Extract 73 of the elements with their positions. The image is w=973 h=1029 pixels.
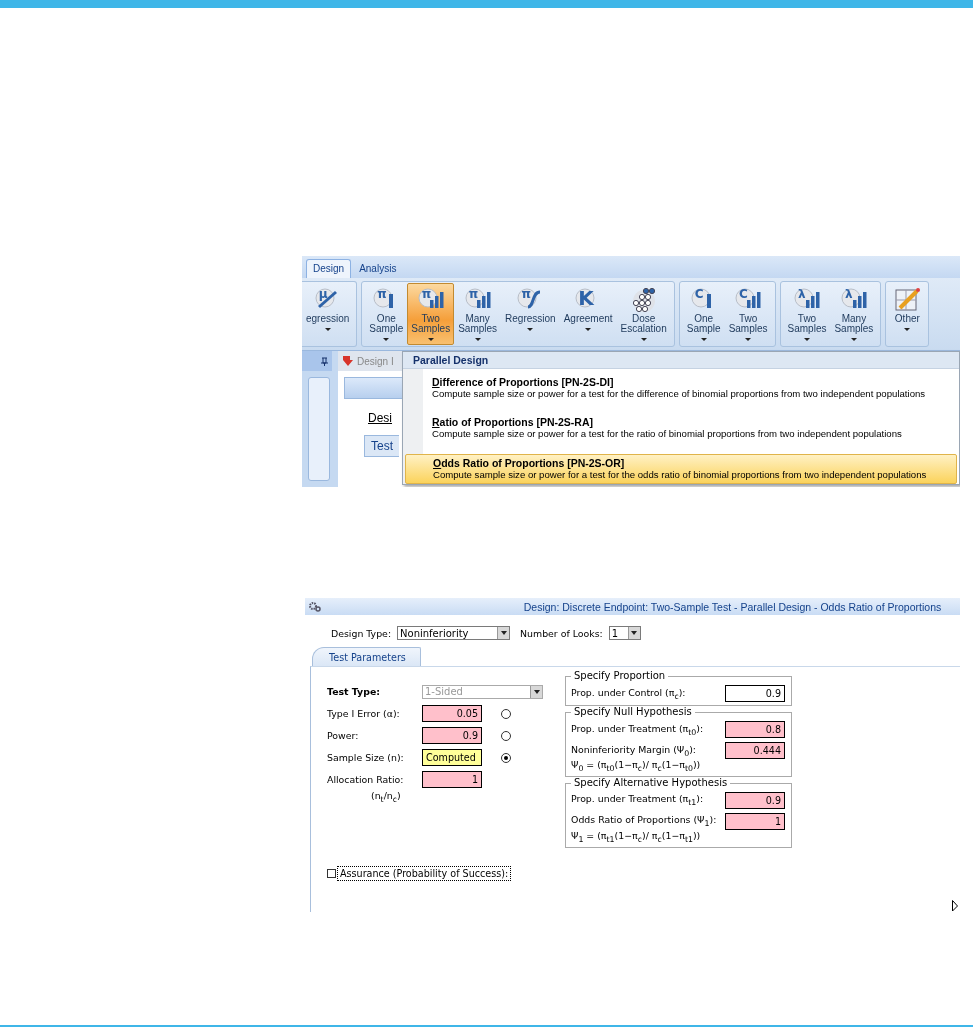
field-label: Test Type: [327, 686, 382, 697]
menu-header: Parallel Design [413, 354, 489, 366]
field-label: Number of Looks: [520, 627, 603, 639]
caret-icon [585, 328, 592, 331]
ribbon-button[interactable]: π Two Samples [407, 283, 455, 345]
input-field[interactable]: 1 [725, 812, 785, 830]
checkbox-label[interactable]: Assurance (Probability of Success): [337, 865, 512, 881]
formula: Ψ$_{1}$ = (π$_{t1}$(1−π$_{c}$)/ π$_{c}$(1−π$_{t1}$)) [571, 829, 702, 844]
ribbon-button[interactable]: Other [889, 283, 926, 345]
arrow-icon [342, 355, 354, 367]
ribbon-button[interactable]: π Many Samples [454, 283, 502, 345]
field-label: Odds Ratio of Proportions (Ψ$_{1}$): [571, 814, 717, 829]
ribbon-button[interactable]: C Two Samples [724, 283, 772, 345]
group-title: Specify Null Hypothesis [571, 706, 695, 717]
caret-icon [383, 338, 390, 341]
looks-dropdown[interactable]: 1 [608, 626, 641, 640]
ribbon-button[interactable]: Dose Escalation [616, 283, 671, 345]
input-field[interactable]: 0.8 [725, 721, 785, 738]
ribbon-button[interactable]: π Regression [501, 283, 560, 345]
caret-icon [427, 338, 434, 341]
menu-item[interactable]: Ratio of Proportions [PN-2S-RA] Compute sample size or power for a test for the ratio of binomial proportions from two independent populations [405, 414, 957, 442]
input-field[interactable]: 0.9 [725, 685, 785, 702]
checkbox[interactable] [327, 868, 336, 878]
header-bar [344, 377, 402, 399]
caret-icon [474, 338, 481, 341]
caret-icon [850, 338, 857, 341]
input-field[interactable]: 1 [422, 771, 482, 788]
ribbon-button[interactable]: C One Sample [682, 283, 725, 345]
field-label: Noninferiority Margin (Ψ$_{0}$): [571, 743, 696, 758]
group-title: Specify Proportion [571, 670, 669, 681]
gear-icon[interactable] [309, 601, 321, 612]
field-label: Prop. under Control (π$_{c}$): [571, 686, 686, 701]
ribbon-button[interactable]: π One Sample [365, 283, 408, 345]
ribbon-tab[interactable]: Design [306, 259, 352, 278]
ratio-note: (n$_{t}$/n$_{c}$) [371, 790, 402, 804]
field-label: Power: [327, 730, 360, 741]
pencil-icon [893, 286, 922, 314]
ribbon-button[interactable]: μ egression [302, 283, 354, 345]
design-label: Desi [368, 411, 393, 425]
ribbon-tab[interactable]: Analysis [353, 260, 403, 278]
ribbon-button[interactable]: λ Two Samples [783, 283, 831, 345]
caret-icon [904, 328, 911, 331]
input-field[interactable]: 0.444 [725, 742, 785, 759]
caret-icon [527, 328, 534, 331]
menu-item[interactable]: Difference of Proportions [PN-2S-DI] Compute sample size or power for a test for the difference of binomial proportions from two independent populations [405, 374, 957, 402]
ribbon-button[interactable]: K Agreement [559, 283, 617, 345]
input-field[interactable]: 0.9 [725, 791, 785, 809]
tab[interactable]: Test Parameters [312, 647, 421, 666]
field-label: Prop. under Treatment (π$_{t0}$): [571, 722, 704, 737]
pin-icon[interactable] [321, 356, 328, 366]
input-field[interactable]: Computed [422, 749, 482, 766]
window-title: Design: Discrete Endpoint: Two-Sample Test - Parallel Design - Odds Ratio of Proportions [522, 600, 943, 613]
radio-button[interactable] [501, 752, 511, 763]
group-title: Specify Alternative Hypothesis [571, 776, 731, 788]
field-label: Allocation Ratio: [327, 774, 405, 785]
caret-icon [804, 338, 810, 341]
input-field[interactable]: 0.05 [422, 705, 482, 722]
radio-button[interactable] [501, 708, 511, 719]
test-tab[interactable]: Test [364, 435, 399, 457]
menu-item[interactable]: Odds Ratio of Proportions [PN-2S-OR] Compute sample size or power for a test for the odds ratio of binomial proportions from two independent populations [405, 454, 957, 484]
design-type-dropdown[interactable]: Noninferiority [397, 626, 511, 640]
field-label: Type I Error (α): [327, 708, 401, 719]
caret-icon [745, 338, 752, 341]
caret-icon [324, 328, 331, 331]
radio-button[interactable] [501, 730, 511, 741]
input-field[interactable]: 0.9 [422, 727, 482, 744]
ribbon-button[interactable]: λ Many Samples [830, 283, 878, 345]
formula: Ψ$_{0}$ = (π$_{t0}$(1−π$_{c}$)/ π$_{c}$(1−π$_{t0}$)) [571, 759, 702, 773]
field-label: Prop. under Treatment (π$_{t1}$): [571, 793, 704, 808]
field-label: Design Type: [331, 627, 392, 639]
caret-icon [700, 338, 707, 341]
field-label: Sample Size (n): [327, 752, 405, 763]
caret-icon [640, 338, 647, 341]
